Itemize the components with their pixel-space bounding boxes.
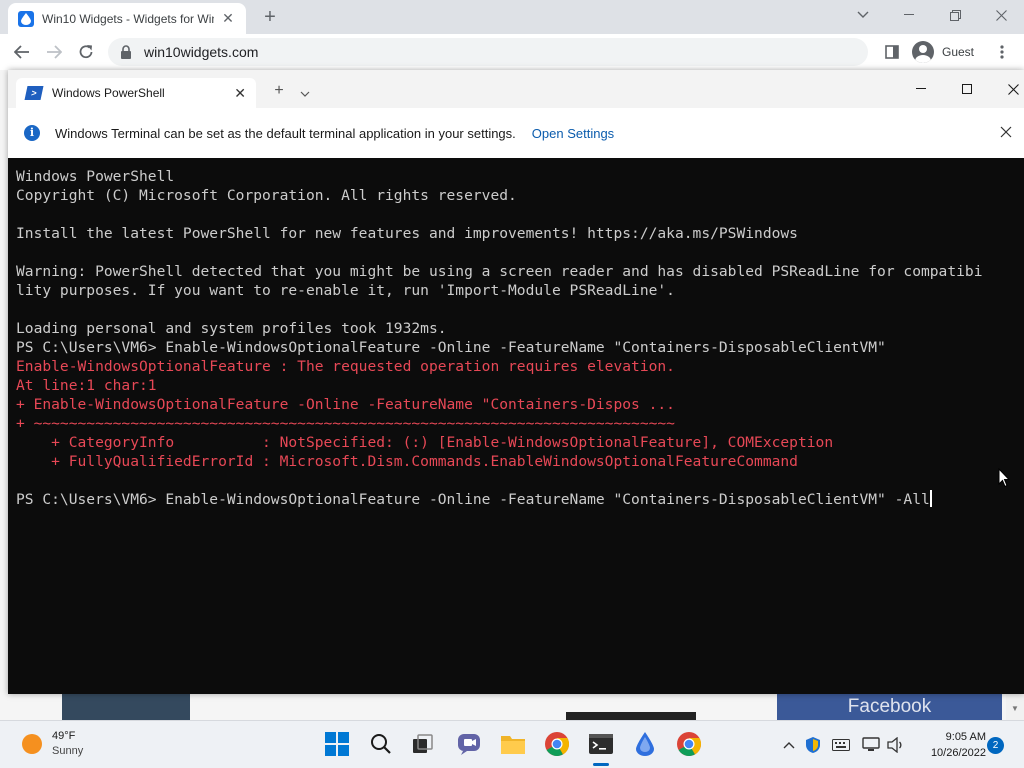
network-icon[interactable]: [861, 735, 881, 755]
weather-temperature: 49°F: [52, 730, 76, 742]
browser-tab-title: Win10 Widgets - Widgets for Windows: [42, 11, 214, 26]
clock-date: 10/26/2022: [930, 747, 986, 759]
terminal-output[interactable]: Windows PowerShell Copyright (C) Microsof…: [8, 158, 1024, 694]
taskbar: 49°F Sunny 9:05 AM 10/26/2022 2: [0, 720, 1024, 768]
terminal-minimize-button[interactable]: [898, 74, 944, 104]
browser-toolbar: win10widgets.com Guest: [0, 34, 1024, 70]
guest-label: Guest: [942, 45, 975, 59]
terminal-line: lity purposes. If you want to re-enable …: [16, 282, 675, 299]
chrome-icon-2[interactable]: [674, 729, 704, 759]
guest-avatar-icon: [912, 41, 934, 63]
windows-terminal-window: > Windows PowerShell ✕ + i Windows Termi…: [8, 70, 1024, 694]
terminal-maximize-button[interactable]: [944, 74, 990, 104]
teams-chat-icon[interactable]: [454, 729, 484, 759]
search-icon[interactable]: [366, 729, 396, 759]
terminal-line: PS C:\Users\VM6> Enable-WindowsOptionalF…: [16, 490, 932, 508]
terminal-dropdown-icon[interactable]: [300, 84, 314, 98]
terminal-icon[interactable]: [586, 729, 616, 759]
facebook-banner[interactable]: Facebook: [777, 694, 1002, 720]
text-cursor: [929, 490, 932, 507]
show-hidden-icons-chevron-icon[interactable]: [779, 735, 799, 755]
browser-tab-strip: Win10 Widgets - Widgets for Windows ✕ +: [0, 0, 1024, 34]
terminal-line: + ~~~~~~~~~~~~~~~~~~~~~~~~~~~~~~~~~~~~~~…: [16, 415, 675, 432]
terminal-line: Warning: PowerShell detected that you mi…: [16, 263, 983, 280]
info-icon: i: [24, 125, 40, 141]
terminal-line: PS C:\Users\VM6> Enable-WindowsOptionalF…: [16, 339, 886, 356]
terminal-tab-close-icon[interactable]: ✕: [234, 85, 246, 102]
clock-time: 9:05 AM: [945, 731, 986, 743]
guest-profile-button[interactable]: Guest: [908, 38, 986, 66]
active-app-indicator: [593, 763, 609, 766]
terminal-line: At line:1 char:1: [16, 377, 157, 394]
browser-restore-button[interactable]: [932, 0, 978, 30]
terminal-line: Loading personal and system profiles too…: [16, 320, 447, 337]
tab-search-icon[interactable]: [840, 0, 886, 30]
powershell-icon: >: [24, 86, 44, 100]
terminal-tab-title: Windows PowerShell: [52, 86, 165, 100]
reload-icon[interactable]: [74, 40, 98, 64]
open-settings-link[interactable]: Open Settings: [532, 126, 614, 141]
system-clock[interactable]: 9:05 AM 10/26/2022: [916, 729, 986, 761]
terminal-close-button[interactable]: [990, 74, 1024, 104]
terminal-titlebar: > Windows PowerShell ✕ +: [8, 70, 1024, 108]
weather-widget[interactable]: 49°F Sunny: [22, 729, 83, 759]
terminal-line: + CategoryInfo : NotSpecified: (:) [Enab…: [16, 434, 834, 451]
side-panel-icon[interactable]: [880, 40, 904, 64]
terminal-info-bar: i Windows Terminal can be set as the def…: [8, 108, 1024, 158]
browser-close-button[interactable]: [978, 0, 1024, 30]
mouse-pointer-icon: [998, 467, 1011, 488]
keyboard-icon[interactable]: [831, 735, 851, 755]
info-bar-close-icon[interactable]: [1000, 125, 1016, 141]
volume-icon[interactable]: [886, 735, 906, 755]
weather-condition: Sunny: [52, 745, 84, 757]
browser-minimize-button[interactable]: [886, 0, 932, 30]
browser-tab[interactable]: Win10 Widgets - Widgets for Windows ✕: [8, 3, 246, 34]
webpage-widget-thumbnail[interactable]: [62, 694, 190, 720]
terminal-line: Windows PowerShell: [16, 168, 175, 185]
url-text: win10widgets.com: [144, 44, 259, 60]
info-bar-message: Windows Terminal can be set as the defau…: [55, 125, 516, 141]
terminal-line: + Enable-WindowsOptionalFeature -Online …: [16, 396, 675, 413]
sun-icon: [22, 734, 42, 754]
site-favicon-icon: [18, 10, 34, 27]
terminal-line: Enable-WindowsOptionalFeature : The requ…: [16, 358, 675, 375]
security-shield-icon[interactable]: [803, 735, 823, 755]
notification-badge[interactable]: 2: [987, 737, 1004, 754]
pinned-app-icon[interactable]: [630, 729, 660, 759]
terminal-line: Copyright (C) Microsoft Corporation. All…: [16, 187, 517, 204]
terminal-new-tab-button[interactable]: +: [270, 82, 288, 100]
terminal-tab[interactable]: > Windows PowerShell ✕: [16, 78, 256, 108]
back-arrow-icon[interactable]: [10, 40, 34, 64]
task-view-icon[interactable]: [408, 729, 438, 759]
lock-icon[interactable]: [120, 45, 134, 59]
webpage-scrollbar-down-icon[interactable]: ▼: [1006, 694, 1024, 720]
webpage-dark-strip: [566, 712, 696, 720]
start-windows-icon[interactable]: [322, 729, 352, 759]
terminal-line: Install the latest PowerShell for new fe…: [16, 225, 798, 242]
new-tab-button[interactable]: +: [258, 6, 282, 28]
address-bar[interactable]: win10widgets.com: [108, 38, 868, 66]
browser-tab-close-icon[interactable]: ✕: [220, 10, 236, 27]
terminal-line: + FullyQualifiedErrorId : Microsoft.Dism…: [16, 453, 798, 470]
forward-arrow-icon[interactable]: [42, 40, 66, 64]
more-menu-icon[interactable]: [990, 40, 1014, 64]
file-explorer-icon[interactable]: [498, 729, 528, 759]
chrome-icon[interactable]: [542, 729, 572, 759]
